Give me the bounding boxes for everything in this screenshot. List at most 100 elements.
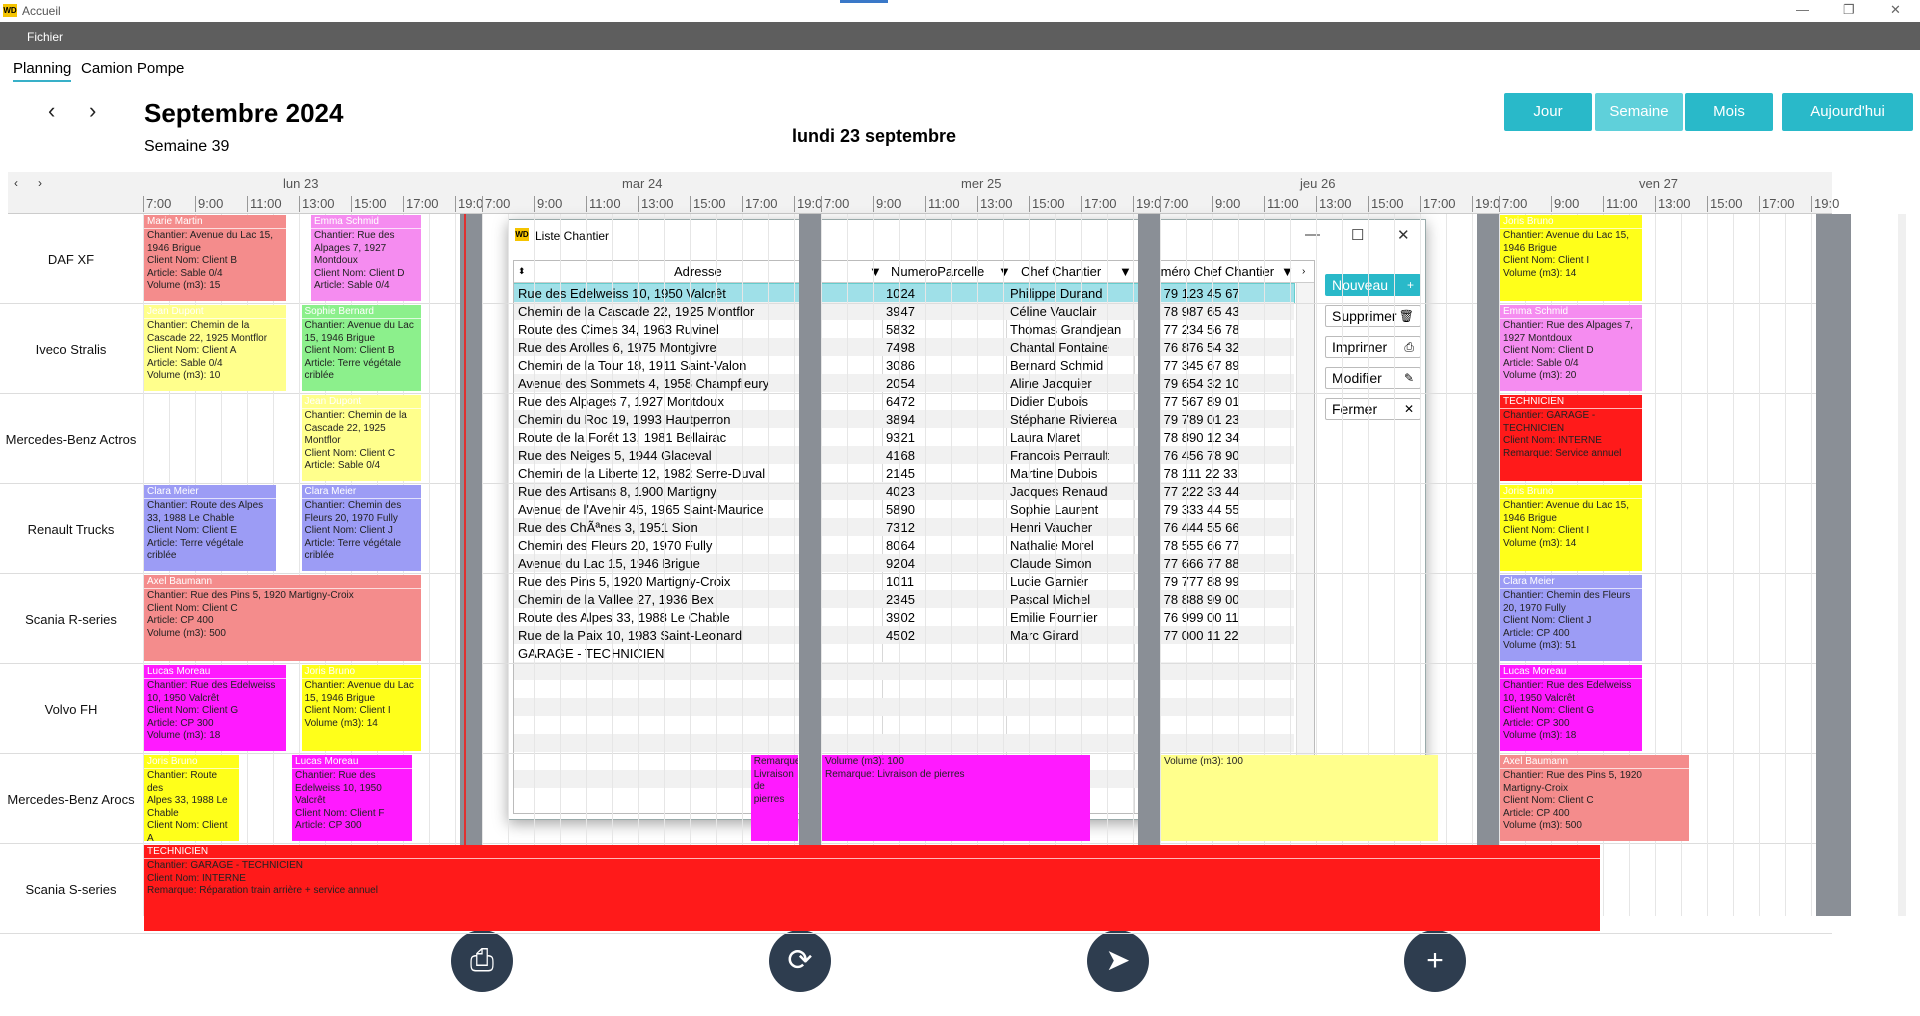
planning-event[interactable]: Jean Dupont Chantier: Chemin de la Cascade…: [301, 395, 422, 481]
next-arrow-icon[interactable]: ›: [89, 98, 96, 124]
column-chef-chantier[interactable]: Chef Chantier: [1021, 264, 1101, 279]
modifier-button[interactable]: Modifier ✎: [1325, 367, 1421, 389]
column-numeroparcelle[interactable]: NumeroParcelle: [891, 264, 984, 279]
filter-chef-icon[interactable]: ▼: [1119, 264, 1132, 279]
table-row[interactable]: Avenue de l'Avenir 45, 1965 Saint-Mauric…: [514, 500, 1294, 518]
close-icon[interactable]: ✕: [1890, 2, 1901, 18]
table-row[interactable]: Chemin de la Cascade 22, 1925 Montflor 39…: [514, 302, 1294, 320]
table-scrollbar[interactable]: [1296, 283, 1314, 813]
table-row[interactable]: Rue des Artisans 8, 1900 Martigny 4023 Jac…: [514, 482, 1294, 500]
timeline-next-icon[interactable]: ›: [38, 176, 42, 190]
planning-event[interactable]: Volume (m3): 100 Remarque: Livraison de p…: [822, 755, 1090, 841]
event-line: Volume (m3): 18: [1503, 730, 1577, 741]
column-numero-chef[interactable]: Numéro Chef Chantier: [1144, 264, 1274, 279]
filter-numero-icon[interactable]: ▼: [1281, 264, 1294, 279]
tab-camion-pompe[interactable]: Camion Pompe: [81, 60, 184, 77]
table-row[interactable]: Rue des Arolles 6, 1975 Montgivre 7498 Cha…: [514, 338, 1294, 356]
planning-event[interactable]: Clara Meier Chantier: Route des Alpes 33, …: [144, 485, 277, 571]
imprimer-button[interactable]: Imprimer ⎙: [1325, 336, 1421, 358]
planning-event[interactable]: Axel Baumann Chantier: Rue des Pins 5, 19…: [144, 575, 422, 661]
truck-label: Mercedes-Benz Arocs: [7, 791, 135, 807]
table-row[interactable]: Chemin de la Tour 18, 1911 Saint-Valon 30…: [514, 356, 1294, 374]
table-row[interactable]: [514, 680, 1294, 698]
sort-icon[interactable]: ⬍: [518, 266, 526, 277]
dialog-minimize-icon[interactable]: —: [1305, 226, 1320, 243]
table-row[interactable]: [514, 662, 1294, 680]
table-row[interactable]: Chemin de la Vallee 27, 1936 Bex 2345 Pasc…: [514, 590, 1294, 608]
hour-label: 11:00: [586, 196, 621, 212]
fermer-button[interactable]: Fermer ✕: [1325, 398, 1421, 420]
tab-planning[interactable]: Planning: [13, 60, 72, 82]
header-scroll-right-icon[interactable]: ›: [1302, 266, 1305, 277]
event-line: Client Nom: Client B: [147, 255, 238, 266]
planning-event[interactable]: TECHNICIEN Chantier: GARAGE - TECHNICIEN Cl…: [1500, 395, 1642, 481]
planning-event[interactable]: Joris Bruno Chantier: Avenue du Lac 15, 19…: [1500, 215, 1642, 301]
planning-event[interactable]: Jean Dupont Chantier: Chemin de la Cascade…: [144, 305, 286, 391]
dialog-close-icon[interactable]: ✕: [1397, 226, 1410, 244]
table-row[interactable]: Rue des Neiges 5, 1944 Glaceval 4168 Franc…: [514, 446, 1294, 464]
planning-event[interactable]: Joris Bruno Chantier: Avenue du Lac 15, 19…: [301, 665, 422, 751]
view-jour-button[interactable]: Jour: [1504, 93, 1592, 131]
filter-adresse-icon[interactable]: ▼: [869, 264, 882, 279]
grid-line: [1733, 214, 1734, 916]
restore-icon[interactable]: ❐: [1843, 2, 1855, 18]
planning-event[interactable]: Joris Bruno Chantier: Route des Alpes 33, …: [144, 755, 239, 841]
table-row[interactable]: [514, 698, 1294, 716]
planning-event[interactable]: Emma Schmid Chantier: Rue des Alpages 7, 1…: [310, 215, 422, 301]
table-row[interactable]: Route de la Forêt 13, 1981 Bellairac 9321…: [514, 428, 1294, 446]
timeline-prev-icon[interactable]: ‹: [14, 176, 18, 190]
planning-event[interactable]: TECHNICIEN Chantier: GARAGE - TECHNICIEN C…: [144, 845, 1600, 931]
row-divider: [0, 933, 1832, 934]
grid-line: [508, 214, 509, 916]
planning-event[interactable]: Sophie Bernard Chantier: Avenue du Lac 15,…: [301, 305, 422, 391]
minimize-icon[interactable]: —: [1796, 2, 1809, 17]
planning-event[interactable]: Volume (m3): 100: [1161, 755, 1439, 841]
planning-event[interactable]: Lucas Moreau Chantier: Rue des Edelweiss 1…: [1500, 665, 1642, 751]
add-button[interactable]: +: [1404, 930, 1466, 992]
view-today-button[interactable]: Aujourd'hui: [1782, 93, 1913, 131]
table-row[interactable]: Rue des ChÃªnes 3, 1951 Sion 7312 Henri Va…: [514, 518, 1294, 536]
supprimer-button[interactable]: Supprimer 🗑: [1325, 305, 1421, 327]
print-button[interactable]: ⎙: [451, 930, 513, 992]
prev-arrow-icon[interactable]: ‹: [48, 98, 55, 124]
table-row[interactable]: GARAGE - TECHNICIEN: [514, 644, 1294, 662]
event-body: Chantier: Avenue du Lac 15, 1946 Brigue Cl…: [302, 679, 422, 731]
planning-event[interactable]: Clara Meier Chantier: Chemin des Fleurs 20…: [301, 485, 422, 571]
table-row[interactable]: Avenue des Sommets 4, 1958 Champfleury 20…: [514, 374, 1294, 392]
planning-event[interactable]: Clara Meier Chantier: Chemin des Fleurs 20…: [1500, 575, 1642, 661]
table-row[interactable]: Avenue du Lac 15, 1946 Brigue 9204 Claude …: [514, 554, 1294, 572]
column-adresse[interactable]: Adresse: [674, 264, 722, 279]
table-row[interactable]: Rue de la Paix 10, 1983 Saint-Leonard 450…: [514, 626, 1294, 644]
view-semaine-button[interactable]: Semaine: [1595, 93, 1683, 131]
table-row[interactable]: [514, 716, 1294, 734]
event-header: Joris Bruno: [301, 665, 422, 679]
button-label: Nouveau: [1332, 277, 1389, 293]
vertical-scrollbar[interactable]: [1898, 214, 1906, 916]
table-row[interactable]: Rue des Pins 5, 1920 Martigny-Croix1011L…: [514, 572, 1294, 590]
table-row[interactable]: Route des Cimes 34, 1963 Ruvinel 5832 Thom…: [514, 320, 1294, 338]
table-row[interactable]: Chemin du Roc 19, 1993 Hautperron 3894 Sté…: [514, 410, 1294, 428]
planning-event[interactable]: Emma Schmid Chantier: Rue des Alpages 7, 1…: [1500, 305, 1642, 391]
menu-bar: Fichier: [0, 22, 1920, 50]
refresh-button[interactable]: ⟳: [769, 930, 831, 992]
table-row[interactable]: Rue des Alpages 7, 1927 Montdoux 6472 Didi…: [514, 392, 1294, 410]
planning-event[interactable]: Lucas Moreau Chantier: Rue des Edelweiss 1…: [144, 665, 286, 751]
table-row[interactable]: Rue des Edelweiss 10, 1950 Valcrêt 1024 Ph…: [514, 283, 1295, 303]
dialog-maximize-icon[interactable]: ☐: [1351, 226, 1364, 244]
planning-event[interactable]: Marie Martin Chantier: Avenue du Lac 15, 1…: [144, 215, 286, 301]
cursor-button[interactable]: ➤: [1087, 930, 1149, 992]
menu-fichier[interactable]: Fichier: [27, 30, 63, 44]
table-row[interactable]: [514, 734, 1294, 752]
planning-event[interactable]: Lucas Moreau Chantier: Rue des Edelweiss 1…: [292, 755, 412, 841]
view-mois-button[interactable]: Mois: [1685, 93, 1773, 131]
filter-parcelle-icon[interactable]: ▼: [998, 264, 1011, 279]
nouveau-button[interactable]: Nouveau +: [1325, 274, 1421, 296]
table-row[interactable]: Chemin de la Liberte 12, 1982 Serre-Duva…: [514, 464, 1294, 482]
planning-event[interactable]: Joris Bruno Chantier: Avenue du Lac 15, 19…: [1500, 485, 1642, 571]
table-row[interactable]: Route des Alpes 33, 1988 Le Chable 3902 Em…: [514, 608, 1294, 626]
event-body: Chantier: Rue des Pins 5, 1920 Martigny-…: [144, 589, 421, 641]
table-row[interactable]: Chemin des Fleurs 20, 1970 Fully 8064 Nath…: [514, 536, 1294, 554]
day-title: lundi 23 septembre: [792, 126, 957, 146]
planning-event[interactable]: Axel Baumann Chantier: Rue des Pins 5, 19…: [1500, 755, 1689, 841]
planning-event[interactable]: Remarque: Livraison de pierres: [750, 755, 798, 841]
